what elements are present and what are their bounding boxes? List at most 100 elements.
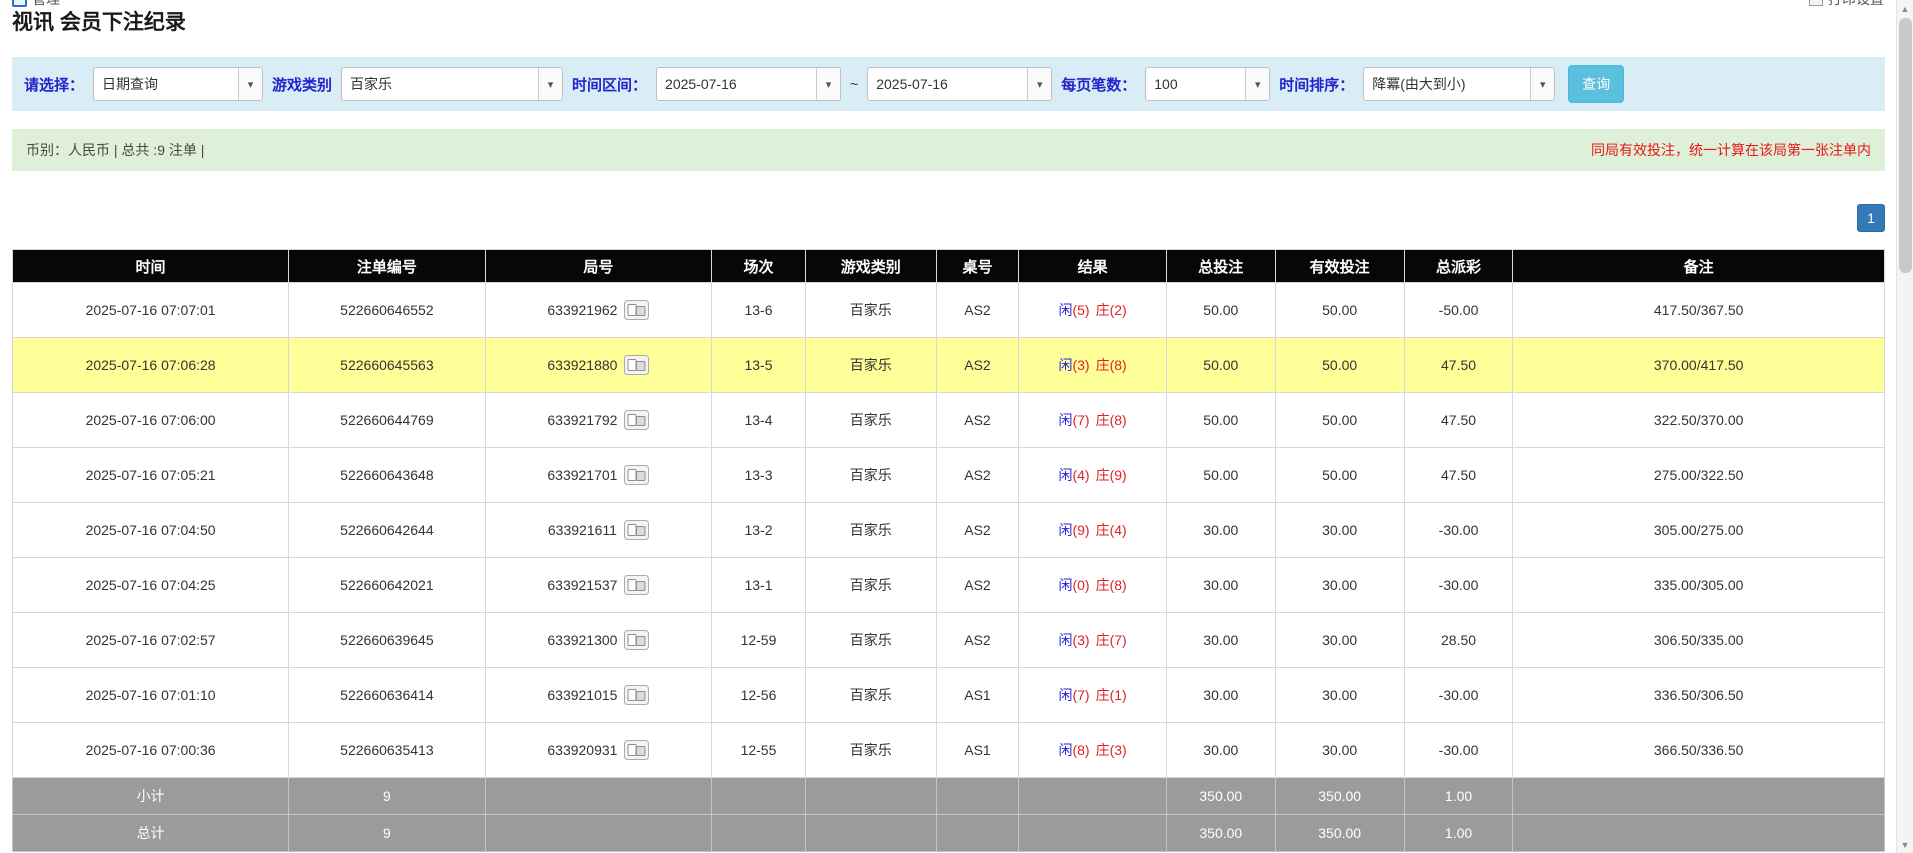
table-header-row: 时间注单编号局号场次游戏类别桌号结果总投注有效投注总派彩备注 xyxy=(13,250,1885,283)
cell-table-number: AS2 xyxy=(936,503,1018,558)
chevron-down-icon[interactable]: ▾ xyxy=(1027,68,1051,100)
round-replay-icon[interactable] xyxy=(624,355,649,375)
footer-empty-cell xyxy=(1019,778,1167,815)
chevron-down-icon[interactable]: ▾ xyxy=(1245,68,1269,100)
footer-empty-cell xyxy=(1513,778,1885,815)
cell-table-number: AS2 xyxy=(936,393,1018,448)
page-1-button[interactable]: 1 xyxy=(1857,204,1885,232)
round-replay-icon[interactable] xyxy=(624,520,649,540)
cell-session: 12-59 xyxy=(712,613,806,668)
chevron-down-icon[interactable]: ▾ xyxy=(1530,68,1554,100)
banker-result: 庄(8) xyxy=(1096,577,1127,593)
page-size-select[interactable]: 100 ▾ xyxy=(1145,67,1270,101)
round-replay-icon[interactable] xyxy=(624,630,649,650)
round-number-text: 633921015 xyxy=(547,687,617,703)
vertical-scrollbar[interactable]: ▲ ▼ xyxy=(1896,0,1913,853)
scroll-down-icon[interactable]: ▼ xyxy=(1897,836,1913,853)
round-replay-icon[interactable] xyxy=(624,410,649,430)
cell-bet-number: 522660635413 xyxy=(289,723,486,778)
player-result-points: (5) xyxy=(1072,302,1089,318)
sort-order-select[interactable]: 降冪(由大到小) ▾ xyxy=(1363,67,1555,101)
date-from-value: 2025-07-16 xyxy=(657,68,816,100)
topbar-right-text[interactable]: 打印设置 xyxy=(1828,0,1884,9)
round-number-text: 633921962 xyxy=(547,302,617,318)
cell-table-number: AS2 xyxy=(936,613,1018,668)
cell-game-type: 百家乐 xyxy=(805,338,936,393)
date-from-select[interactable]: 2025-07-16 ▾ xyxy=(656,67,841,101)
cell-total-bet-link[interactable]: 50.00 xyxy=(1167,448,1276,503)
records-table: 时间注单编号局号场次游戏类别桌号结果总投注有效投注总派彩备注 2025-07-1… xyxy=(12,249,1885,852)
date-range-separator: ~ xyxy=(850,76,858,92)
cell-remark: 275.00/322.50 xyxy=(1513,448,1885,503)
cell-game-type: 百家乐 xyxy=(805,613,936,668)
player-result-label: 闲 xyxy=(1058,522,1072,538)
chevron-down-icon[interactable]: ▾ xyxy=(238,68,262,100)
cell-time: 2025-07-16 07:00:36 xyxy=(13,723,289,778)
banker-result: 庄(8) xyxy=(1096,357,1127,373)
cell-session: 13-2 xyxy=(712,503,806,558)
player-result-label: 闲 xyxy=(1058,577,1072,593)
round-replay-icon[interactable] xyxy=(624,300,649,320)
scrollbar-thumb[interactable] xyxy=(1899,18,1912,273)
cell-total-bet-link[interactable]: 50.00 xyxy=(1167,393,1276,448)
summary-currency-count: 币别：人民币 | 总共 :9 注单 | xyxy=(26,140,204,160)
settings-icon[interactable] xyxy=(1809,0,1823,6)
cell-bet-number: 522660646552 xyxy=(289,283,486,338)
column-header: 结果 xyxy=(1019,250,1167,283)
cell-table-number: AS1 xyxy=(936,723,1018,778)
cell-valid-bet: 50.00 xyxy=(1275,448,1404,503)
cell-result: 闲(7)庄(8) xyxy=(1019,393,1167,448)
chevron-down-icon[interactable]: ▾ xyxy=(816,68,840,100)
page-title: 视讯 会员下注纪录 xyxy=(12,10,1885,36)
summary-bar: 币别：人民币 | 总共 :9 注单 | 同局有效投注，统一计算在该局第一张注单内 xyxy=(12,129,1885,171)
cell-valid-bet: 50.00 xyxy=(1275,283,1404,338)
round-number-text: 633921792 xyxy=(547,412,617,428)
cell-round-number: 633921962 xyxy=(485,283,712,338)
cell-game-type: 百家乐 xyxy=(805,283,936,338)
tab-icon xyxy=(12,0,27,7)
total-row: 总计9350.00350.001.00 xyxy=(13,815,1885,852)
cell-total-bet-link[interactable]: 30.00 xyxy=(1167,613,1276,668)
round-replay-icon[interactable] xyxy=(624,740,649,760)
column-header: 备注 xyxy=(1513,250,1885,283)
footer-count: 9 xyxy=(289,815,486,852)
summary-note: 同局有效投注，统一计算在该局第一张注单内 xyxy=(1591,140,1871,160)
cell-result: 闲(3)庄(7) xyxy=(1019,613,1167,668)
round-replay-icon[interactable] xyxy=(624,575,649,595)
footer-total-bet: 350.00 xyxy=(1167,815,1276,852)
column-header: 有效投注 xyxy=(1275,250,1404,283)
player-result-label: 闲 xyxy=(1058,687,1072,703)
cell-total-bet-link[interactable]: 30.00 xyxy=(1167,668,1276,723)
banker-result: 庄(4) xyxy=(1096,522,1127,538)
round-number-text: 633920931 xyxy=(547,742,617,758)
round-replay-icon[interactable] xyxy=(624,685,649,705)
query-type-select[interactable]: 日期查询 ▾ xyxy=(93,67,263,101)
scroll-up-icon[interactable]: ▲ xyxy=(1897,0,1913,17)
topbar-right[interactable]: 打印设置 xyxy=(1809,0,1884,9)
cell-remark: 366.50/336.50 xyxy=(1513,723,1885,778)
cell-total-bet-link[interactable]: 50.00 xyxy=(1167,283,1276,338)
cell-valid-bet: 50.00 xyxy=(1275,393,1404,448)
cell-total-bet-link[interactable]: 50.00 xyxy=(1167,338,1276,393)
cell-total-bet-link[interactable]: 30.00 xyxy=(1167,558,1276,613)
footer-payout: 1.00 xyxy=(1404,815,1513,852)
chevron-down-icon[interactable]: ▾ xyxy=(538,68,562,100)
footer-empty-cell xyxy=(805,815,936,852)
cell-time: 2025-07-16 07:02:57 xyxy=(13,613,289,668)
game-type-select[interactable]: 百家乐 ▾ xyxy=(341,67,563,101)
cell-table-number: AS2 xyxy=(936,338,1018,393)
cell-session: 12-56 xyxy=(712,668,806,723)
banker-result: 庄(8) xyxy=(1096,412,1127,428)
footer-total-bet: 350.00 xyxy=(1167,778,1276,815)
player-result-points: (4) xyxy=(1072,467,1089,483)
table-row: 2025-07-16 07:06:28522660645563633921880… xyxy=(13,338,1885,393)
cell-total-bet-link[interactable]: 30.00 xyxy=(1167,723,1276,778)
footer-empty-cell xyxy=(936,815,1018,852)
query-button[interactable]: 查询 xyxy=(1568,65,1624,103)
round-number-text: 633921880 xyxy=(547,357,617,373)
cell-payout: -30.00 xyxy=(1404,558,1513,613)
round-replay-icon[interactable] xyxy=(624,465,649,485)
cell-bet-number: 522660642021 xyxy=(289,558,486,613)
date-to-select[interactable]: 2025-07-16 ▾ xyxy=(867,67,1052,101)
cell-total-bet-link[interactable]: 30.00 xyxy=(1167,503,1276,558)
